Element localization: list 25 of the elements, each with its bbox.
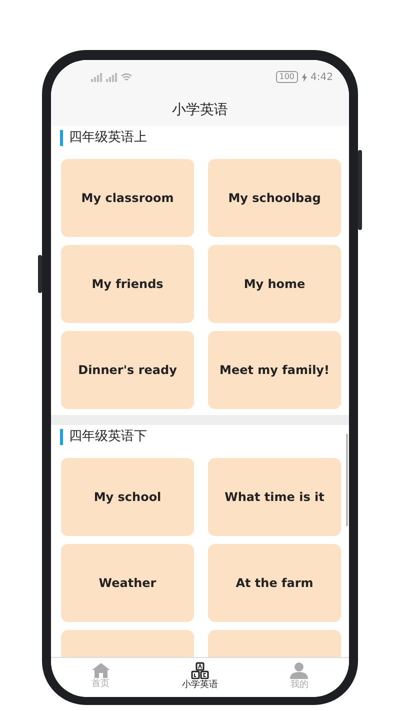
lesson-card[interactable]: Dinner's ready	[61, 331, 194, 409]
lesson-card[interactable]: My schoolbag	[208, 159, 341, 237]
signal-icon	[106, 72, 117, 82]
wifi-icon	[121, 72, 132, 82]
status-time: 4:42	[310, 70, 333, 84]
home-icon	[92, 663, 110, 678]
lesson-card[interactable]: What time is it	[208, 458, 341, 536]
tab-item[interactable]: 小学英语	[160, 662, 240, 693]
section-heading: 四年级英语上	[69, 129, 147, 148]
lesson-card[interactable]: My home	[208, 245, 341, 323]
person-icon	[290, 662, 308, 680]
letter-blocks-icon	[190, 662, 209, 680]
lesson-card[interactable]: At the farm	[208, 544, 341, 622]
lesson-card[interactable]: Meet my family!	[208, 331, 341, 409]
section-heading: 四年级英语下	[69, 428, 147, 446]
signal-icon	[91, 72, 102, 82]
lesson-card[interactable]: Weather	[61, 544, 194, 622]
charging-icon	[302, 72, 307, 82]
page-title: 小学英语	[172, 100, 228, 120]
lesson-card[interactable]: My school	[61, 458, 194, 536]
lesson-card[interactable]: My friends	[61, 245, 194, 323]
heading-marker	[60, 429, 63, 445]
heading-marker	[60, 130, 63, 146]
battery-level: 100	[276, 71, 298, 83]
lesson-card[interactable]: My classroom	[61, 159, 194, 237]
